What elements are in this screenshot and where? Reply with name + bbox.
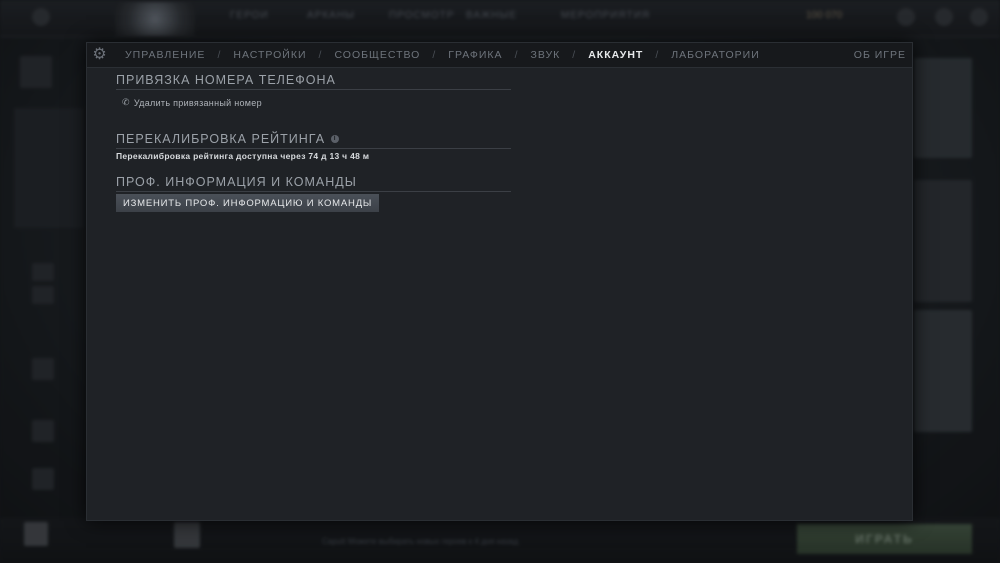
about-button[interactable]: ОБ ИГРЕ xyxy=(854,43,906,67)
client-top-bar: ГЕРОИ АРКАНЫ ПРОСМОТР ВАЖНЫЕ МЕРОПРИЯТИЯ… xyxy=(0,0,1000,37)
phone-section-title: ПРИВЯЗКА НОМЕРА ТЕЛЕФОНА xyxy=(116,73,511,90)
remove-phone-label: Удалить привязанный номер xyxy=(133,97,262,108)
tab-controls[interactable]: УПРАВЛЕНИЕ xyxy=(125,49,205,61)
pro-info-title-text: ПРОФ. ИНФОРМАЦИЯ И КОМАНДЫ xyxy=(116,175,357,189)
tab-options[interactable]: НАСТРОЙКИ xyxy=(233,49,306,61)
settings-icon[interactable] xyxy=(32,8,50,26)
tab-separator: / xyxy=(432,49,437,61)
pro-info-section-title: ПРОФ. ИНФОРМАЦИЯ И КОМАНДЫ xyxy=(116,175,511,192)
friends-icon[interactable] xyxy=(935,8,953,26)
tab-video[interactable]: ГРАФИКА xyxy=(448,49,502,61)
tab-audio[interactable]: ЗВУК xyxy=(530,49,560,61)
tab-social[interactable]: СООБЩЕСТВО xyxy=(334,49,420,61)
nav-arcana[interactable]: АРКАНЫ xyxy=(307,10,355,21)
settings-modal: ⚙ УПРАВЛЕНИЕ / НАСТРОЙКИ / СООБЩЕСТВО / … xyxy=(86,42,913,521)
play-button[interactable]: ИГРАТЬ xyxy=(797,524,972,554)
recalibration-title-text: ПЕРЕКАЛИБРОВКА РЕЙТИНГА xyxy=(116,132,326,146)
info-icon[interactable]: i xyxy=(331,135,340,143)
tab-labs[interactable]: ЛАБОРАТОРИИ xyxy=(671,49,760,61)
nav-featured[interactable]: ВАЖНЫЕ xyxy=(466,10,517,21)
tab-separator: / xyxy=(514,49,519,61)
tab-separator: / xyxy=(318,49,323,61)
nav-watch[interactable]: ПРОСМОТР xyxy=(389,10,454,21)
settings-tabs: УПРАВЛЕНИЕ / НАСТРОЙКИ / СООБЩЕСТВО / ГР… xyxy=(125,43,760,67)
recalibration-status: Перекалибровка рейтинга доступна через 7… xyxy=(116,151,370,161)
phone-section-title-text: ПРИВЯЗКА НОМЕРА ТЕЛЕФОНА xyxy=(116,73,336,87)
profile-icon[interactable] xyxy=(970,8,988,26)
right-panel xyxy=(914,48,976,518)
settings-tab-bar: ⚙ УПРАВЛЕНИЕ / НАСТРОЙКИ / СООБЩЕСТВО / … xyxy=(87,43,912,68)
status-message: Caputt Можете выбирать новых героев к 4 … xyxy=(322,537,519,546)
recalibration-section-title: ПЕРЕКАЛИБРОВКА РЕЙТИНГА i xyxy=(116,132,511,149)
tab-separator: / xyxy=(655,49,660,61)
remove-phone-link[interactable]: ✆ Удалить привязанный номер xyxy=(122,97,511,108)
nav-heroes[interactable]: ГЕРОИ xyxy=(230,10,269,21)
gold-counter: 100 070 xyxy=(806,10,843,21)
tab-separator: / xyxy=(217,49,222,61)
phone-icon: ✆ xyxy=(122,97,130,107)
game-logo[interactable] xyxy=(115,2,195,36)
gear-icon[interactable]: ⚙ xyxy=(91,46,108,63)
tab-account[interactable]: АККАУНТ xyxy=(588,49,643,61)
nav-events[interactable]: МЕРОПРИЯТИЯ xyxy=(561,10,650,21)
tab-separator: / xyxy=(572,49,577,61)
account-settings-content: ПРИВЯЗКА НОМЕРА ТЕЛЕФОНА ✆ Удалить привя… xyxy=(116,73,511,212)
inventory-icon[interactable] xyxy=(897,8,915,26)
left-panel xyxy=(14,48,84,518)
edit-pro-info-button[interactable]: ИЗМЕНИТЬ ПРОФ. ИНФОРМАЦИЮ И КОМАНДЫ xyxy=(116,194,380,212)
